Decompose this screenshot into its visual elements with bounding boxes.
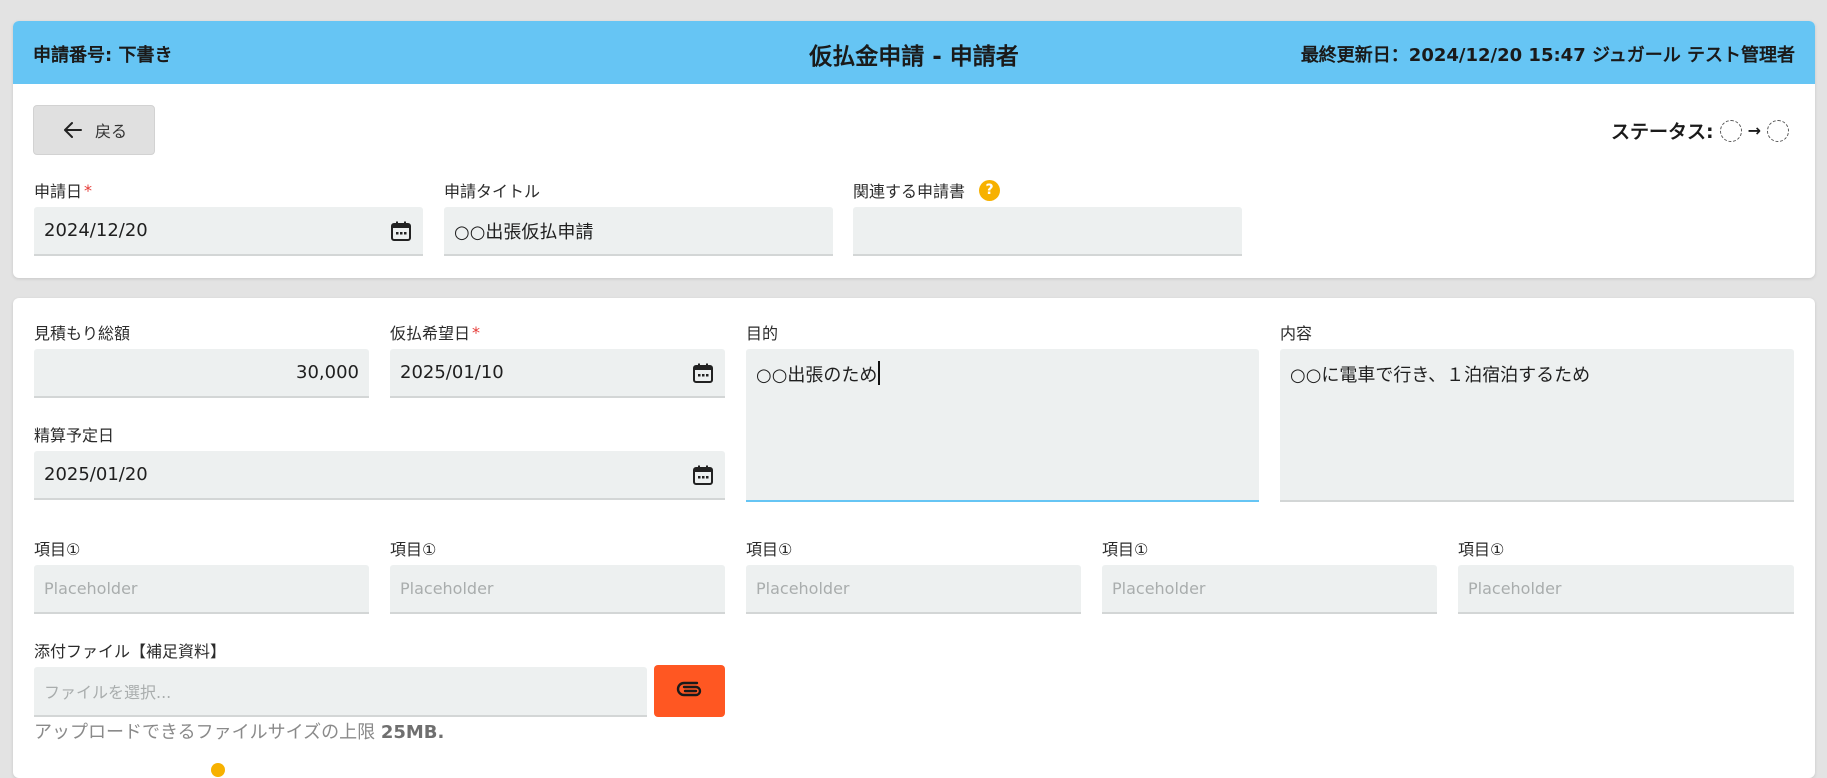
help-icon[interactable]: ? bbox=[979, 179, 1001, 201]
application-date-field[interactable]: 2024/12/20 bbox=[34, 207, 423, 256]
upload-limit-note: アップロードできるファイルサイズの上限 25MB. bbox=[34, 722, 445, 743]
content-label: 内容 bbox=[1280, 324, 1313, 343]
paperclip-icon bbox=[676, 681, 701, 697]
item-label: 項目① bbox=[1102, 540, 1149, 559]
estimate-total-label: 見積もり総額 bbox=[34, 324, 131, 343]
status-arrow-icon: → bbox=[1747, 121, 1761, 140]
purpose-textarea[interactable]: ○○出張のため bbox=[746, 349, 1259, 502]
status-step-icon bbox=[1767, 119, 1789, 142]
calendar-icon[interactable] bbox=[389, 219, 413, 243]
related-application-label: 関連する申請書 ? bbox=[853, 178, 1001, 202]
back-button[interactable]: 戻る bbox=[33, 105, 155, 155]
last-updated: 最終更新日：2024/12/20 15:47 ジュガール テスト管理者 bbox=[1300, 45, 1795, 66]
back-button-label: 戻る bbox=[94, 122, 127, 141]
attachment-file-field[interactable]: ファイルを選択... bbox=[34, 667, 647, 717]
header-card: 申請番号: 下書き 仮払金申請 - 申請者 最終更新日：2024/12/20 1… bbox=[13, 21, 1815, 278]
purpose-label: 目的 bbox=[746, 324, 779, 343]
header-bar: 申請番号: 下書き 仮払金申請 - 申請者 最終更新日：2024/12/20 1… bbox=[13, 21, 1815, 84]
placeholder-text: Placeholder bbox=[44, 579, 138, 598]
form-card: 見積もり総額 30,000 仮払希望日 * 2025/01/10 目的 ○○出張… bbox=[13, 298, 1815, 778]
placeholder-text: Placeholder bbox=[1112, 579, 1206, 598]
upload-limit-value: 25MB. bbox=[380, 722, 445, 743]
placeholder-text: ファイルを選択... bbox=[44, 683, 172, 702]
settlement-date-label: 精算予定日 bbox=[34, 426, 115, 445]
item-field-3[interactable]: Placeholder bbox=[746, 565, 1081, 614]
status-label: ステータス: bbox=[1610, 121, 1714, 143]
placeholder-text: Placeholder bbox=[1468, 579, 1562, 598]
desired-date-field[interactable]: 2025/01/10 bbox=[390, 349, 725, 398]
item-label: 項目① bbox=[34, 540, 81, 559]
settlement-date-field[interactable]: 2025/01/20 bbox=[34, 451, 725, 500]
calendar-icon[interactable] bbox=[691, 361, 715, 385]
item-field-1[interactable]: Placeholder bbox=[34, 565, 369, 614]
application-title-field[interactable]: ○○出張仮払申請 bbox=[444, 207, 833, 256]
placeholder-text: Placeholder bbox=[756, 579, 850, 598]
application-date-label: 申請日 * bbox=[34, 180, 93, 202]
status-step-icon bbox=[1719, 119, 1742, 142]
item-field-5[interactable]: Placeholder bbox=[1458, 565, 1794, 614]
required-mark: * bbox=[84, 180, 93, 200]
placeholder-text: Placeholder bbox=[400, 579, 494, 598]
help-icon[interactable] bbox=[211, 763, 225, 777]
status-indicator: ステータス: → bbox=[1611, 117, 1789, 144]
estimate-total-field[interactable]: 30,000 bbox=[34, 349, 369, 398]
calendar-icon[interactable] bbox=[691, 463, 715, 487]
item-label: 項目① bbox=[1458, 540, 1505, 559]
attachment-label: 添付ファイル【補足資料】 bbox=[34, 642, 227, 661]
item-label: 項目① bbox=[390, 540, 437, 559]
arrow-left-icon bbox=[63, 122, 82, 138]
related-application-field[interactable] bbox=[853, 207, 1242, 256]
attach-file-button[interactable] bbox=[654, 665, 725, 717]
text-cursor bbox=[878, 361, 881, 385]
required-mark: * bbox=[472, 322, 481, 342]
content-textarea[interactable]: ○○に電車で行き、１泊宿泊するため bbox=[1280, 349, 1794, 502]
item-field-2[interactable]: Placeholder bbox=[390, 565, 725, 614]
item-field-4[interactable]: Placeholder bbox=[1102, 565, 1437, 614]
application-title-label: 申請タイトル bbox=[444, 182, 541, 201]
desired-date-label: 仮払希望日 * bbox=[390, 322, 481, 344]
item-label: 項目① bbox=[746, 540, 793, 559]
